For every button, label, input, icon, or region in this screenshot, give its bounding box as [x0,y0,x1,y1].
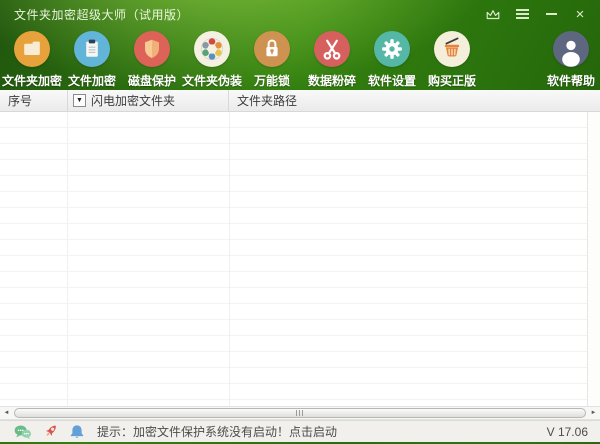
window-controls: × [485,6,588,22]
column-divider [229,112,230,406]
column-header-flash-encrypted-folder[interactable]: ▼ 闪电加密文件夹 [68,90,229,111]
toolbar-item-label: 购买正版 [428,72,476,89]
basket-icon [434,31,470,67]
menu-icon[interactable] [514,6,530,22]
toolbar-item-help[interactable]: 软件帮助 [542,31,600,89]
toolbar-item-label: 数据粉碎 [308,72,356,89]
toolbar-item-label: 文件夹伪装 [182,72,242,89]
notification-bell-icon[interactable] [68,423,86,440]
table-body[interactable] [0,112,600,406]
toolbar-item-folder-disguise[interactable]: 文件夹伪装 [182,31,242,89]
toolbar-item-universal-lock[interactable]: 万能锁 [242,31,302,89]
table-header: 序号 ▼ 闪电加密文件夹 文件夹路径 [0,90,600,112]
lock-icon [254,31,290,67]
scissors-icon [314,31,350,67]
close-icon: × [576,7,585,22]
clipboard-icon [74,31,110,67]
close-button[interactable]: × [572,6,588,22]
scroll-left-arrow-icon[interactable]: ◄ [0,407,13,419]
app-window: 文件夹加密超级大师（试用版） × 文件夹加密 文件加密 [0,0,600,444]
toolbar-item-settings[interactable]: 软件设置 [362,31,422,89]
scrollbar-thumb[interactable] [14,408,586,418]
shield-icon [134,31,170,67]
column-label: 文件夹路径 [237,92,297,109]
column-header-index[interactable]: 序号 [0,90,68,111]
menu-bars [516,9,529,19]
toolbar-item-label: 文件夹加密 [2,72,62,89]
toolbar-item-label: 文件加密 [68,72,116,89]
toolbar-item-file-encrypt[interactable]: 文件加密 [62,31,122,89]
minimize-button[interactable] [543,6,559,22]
toolbar: 文件夹加密 文件加密 磁盘保护 文件夹伪装 万能锁 [0,28,600,90]
gear-icon [374,31,410,67]
filter-dropdown-icon[interactable]: ▼ [73,94,86,107]
encrypted-folder-list: 序号 ▼ 闪电加密文件夹 文件夹路径 [0,90,600,406]
rocket-icon[interactable] [41,423,59,440]
toolbar-item-label: 磁盘保护 [128,72,176,89]
statusbar: 提示：加密文件保护系统没有启动！点击启动 V 17.06 [0,420,600,442]
vertical-scrollbar-track[interactable] [587,112,600,406]
titlebar: 文件夹加密超级大师（试用版） × [0,0,600,28]
palette-icon [194,31,230,67]
feedback-chat-icon[interactable] [14,423,32,440]
upgrade-crown-icon[interactable] [485,6,501,22]
toolbar-item-label: 万能锁 [254,72,290,89]
person-icon [553,31,589,67]
status-tip-text[interactable]: 提示：加密文件保护系统没有启动！点击启动 [97,423,337,440]
toolbar-item-buy-genuine[interactable]: 购买正版 [422,31,482,89]
column-divider [67,112,68,406]
column-header-folder-path[interactable]: 文件夹路径 [229,90,600,111]
toolbar-item-folder-encrypt[interactable]: 文件夹加密 [2,31,62,89]
scroll-right-arrow-icon[interactable]: ► [587,407,600,419]
horizontal-scrollbar[interactable]: ◄ ► [0,406,600,420]
column-label: 序号 [8,92,32,109]
window-title: 文件夹加密超级大师（试用版） [14,6,485,23]
column-label: 闪电加密文件夹 [91,92,175,109]
version-label: V 17.06 [547,425,588,439]
toolbar-item-data-shred[interactable]: 数据粉碎 [302,31,362,89]
toolbar-item-label: 软件设置 [368,72,416,89]
scrollbar-grip [296,410,304,416]
folder-icon [14,31,50,67]
toolbar-item-disk-protect[interactable]: 磁盘保护 [122,31,182,89]
toolbar-item-label: 软件帮助 [547,72,595,89]
